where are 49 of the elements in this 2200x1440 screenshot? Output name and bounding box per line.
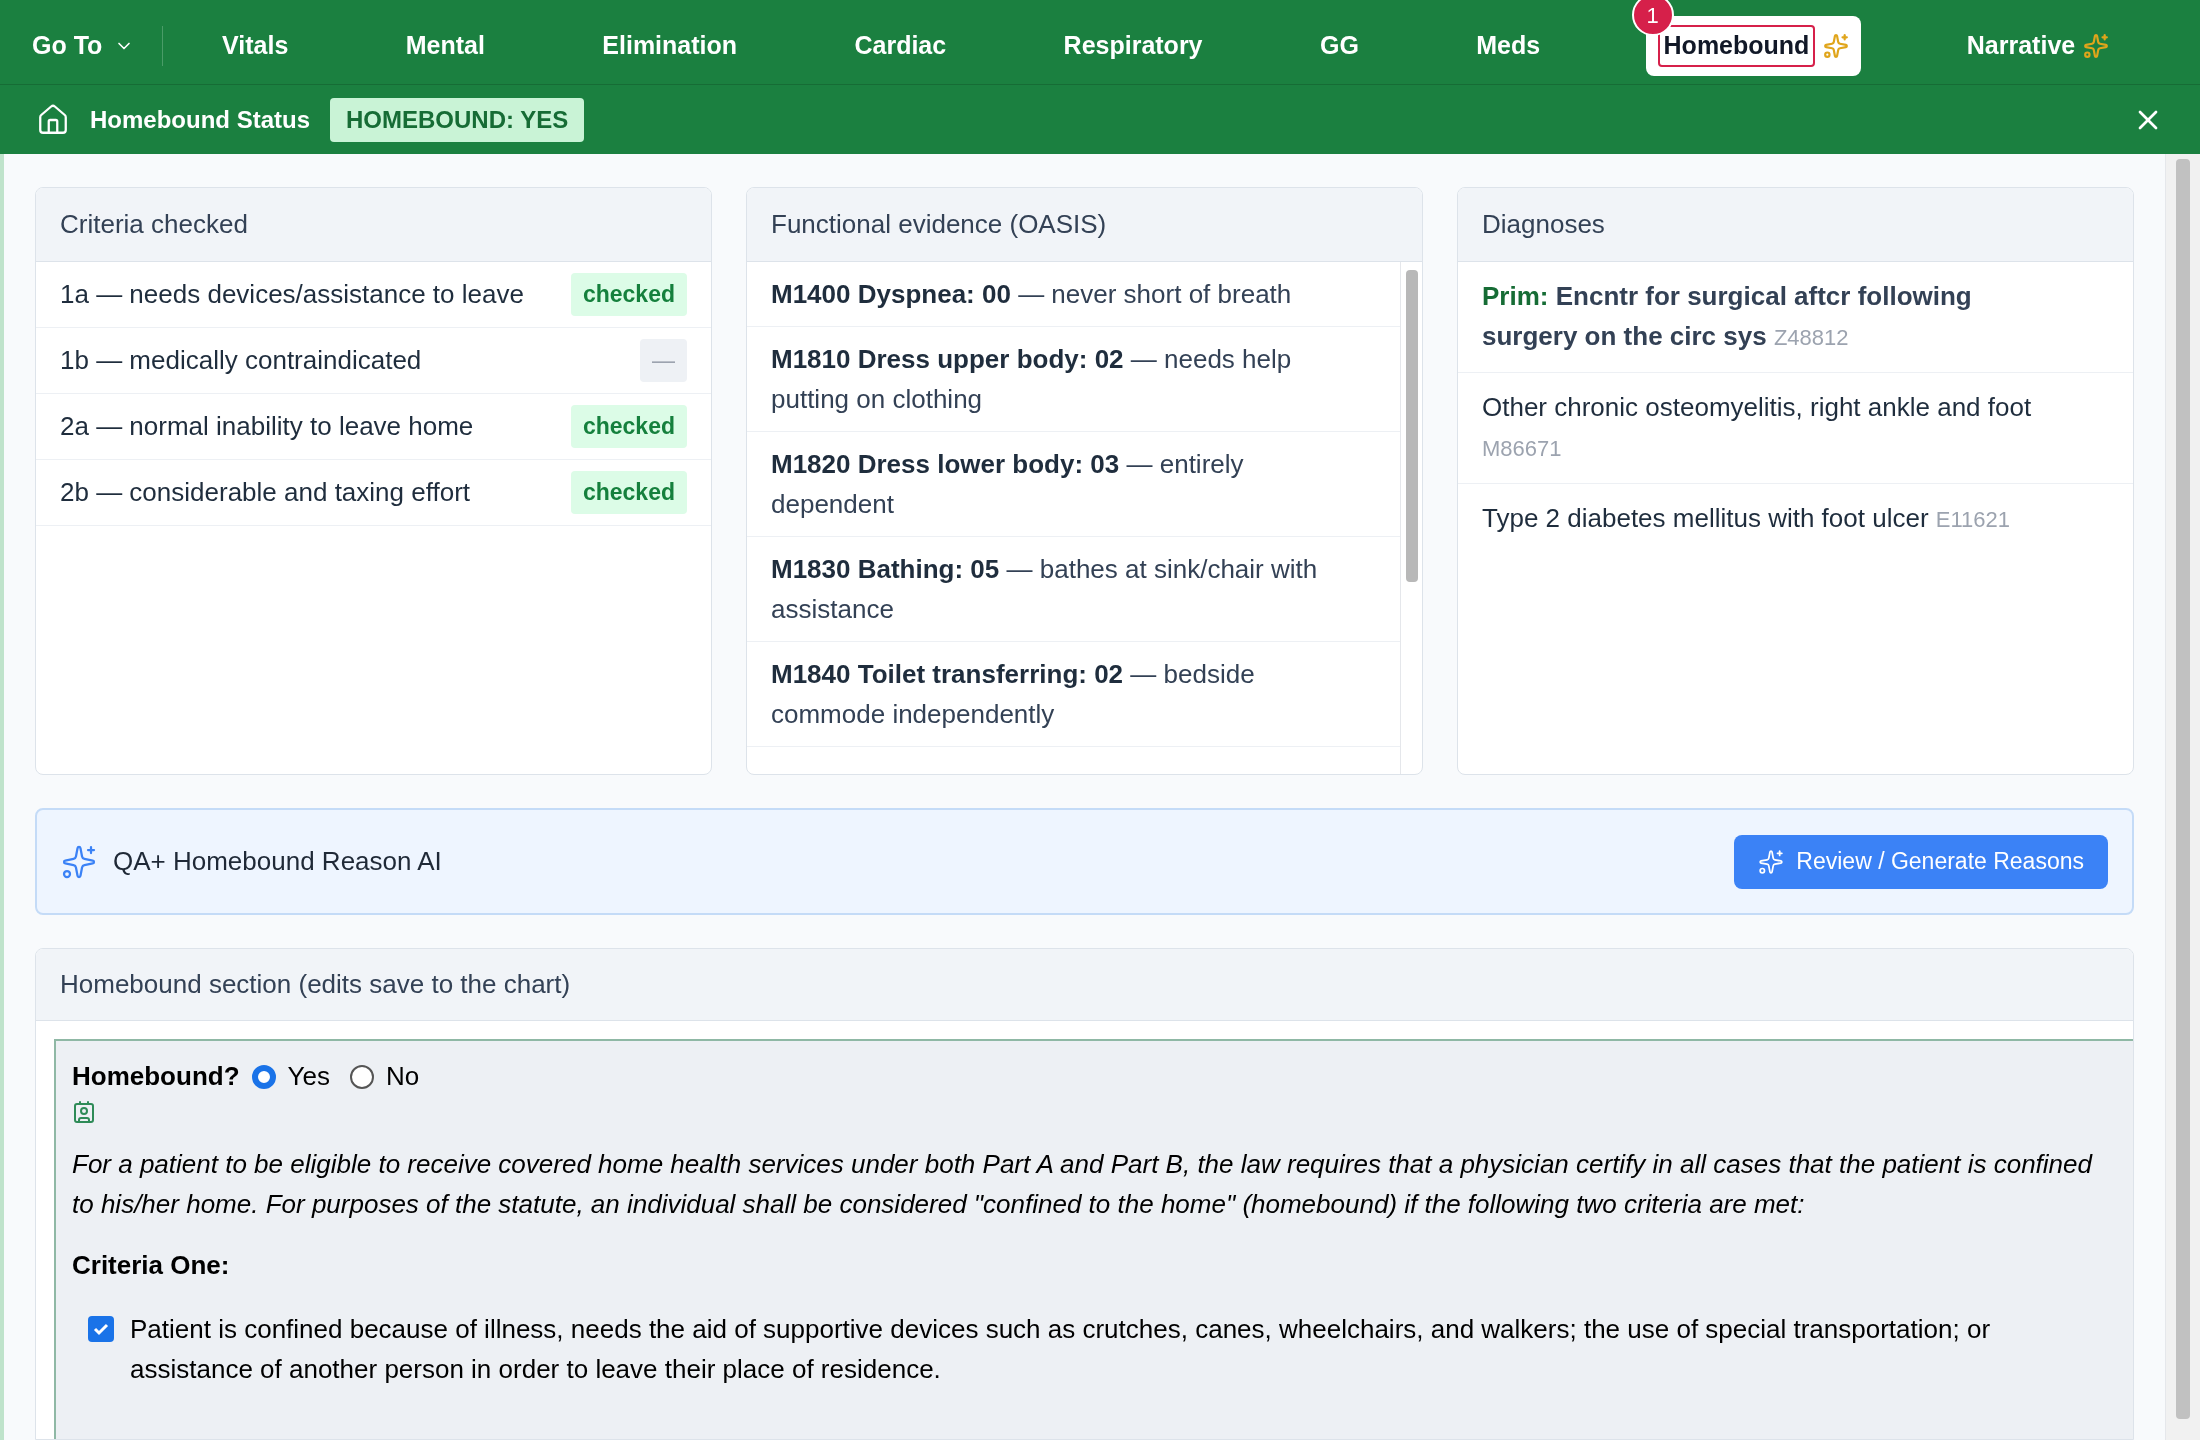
oasis-item: M1810 Dress upper body: 02 — needs help putting on clothing	[771, 343, 1293, 416]
diagnosis-item: Other chronic osteomyelitis, right ankle and foot M86671	[1482, 391, 2033, 463]
nav-tab[interactable]: GG	[1307, 16, 1371, 76]
criteria-label: 1b — medically contraindicated	[60, 344, 422, 377]
nav-tab[interactable]: Respiratory	[1051, 16, 1215, 76]
generate-button[interactable]: Review / Generate Reasons	[1734, 834, 2108, 889]
intro-paragraph: For a patient to be eligible to receive covered home health services under both Part A and Part B, the law requires that a physician certify in all cases that the patient is confined to his/her home. For purposes of the statute, an individual shall be considered "confined to the home" (homebound) if the following two criteria are met:	[72, 1148, 2094, 1221]
scrollbar-thumb[interactable]	[1405, 270, 1418, 582]
sparkle-icon	[61, 843, 97, 880]
checkbox-label: Patient is confined because of illness, needs the aid of supportive devices such as crutches, canes, wheelchairs, and walkers; the use of special transportation; or assistance of another person in order to leave their place of residence.	[130, 1313, 1992, 1386]
goto-menu[interactable]: Go To	[32, 26, 164, 66]
diagnosis-item: Prim: Encntr for surgical aftcr following surgery on the circ sys Z48812	[1482, 280, 1973, 353]
nav-tab[interactable]: Vitals	[210, 16, 301, 76]
criteria-label: 2a — normal inability to leave home	[60, 410, 474, 443]
sparkle-icon	[2083, 33, 2110, 59]
diagnosis-item: Type 2 diabetes mellitus with foot ulcer E11621	[1482, 502, 2011, 535]
radio-option[interactable]: No	[349, 1057, 420, 1096]
oasis-item: M1840 Toilet transferring: 02 — bedside commode independently	[771, 658, 1256, 731]
criteria-heading: Criteria One:	[72, 1249, 231, 1282]
criteria-label: 1a — needs devices/assistance to leave	[60, 278, 524, 311]
panel-title: Functional evidence (OASIS)	[771, 208, 1107, 241]
status-tag: checked	[570, 471, 687, 514]
oasis-item: M1820 Dress lower body: 03 — entirely dependent	[771, 448, 1245, 521]
nav-tab[interactable]: Mental	[393, 16, 497, 76]
checkbox[interactable]	[88, 1316, 114, 1342]
oasis-item: M1830 Bathing: 05 — bathes at sink/chair with assistance	[771, 553, 1319, 626]
nav-tab[interactable]: Elimination	[590, 16, 750, 76]
status-badge: HOMEBOUND: YES	[330, 97, 585, 142]
nav-tab[interactable]: Cardiac	[842, 16, 959, 76]
section-title: Homebound section (edits save to the chart)	[60, 968, 571, 1001]
status-tag: —	[640, 339, 687, 382]
count-badge: 1	[1631, 0, 1674, 36]
qa-title: QA+ Homebound Reason AI	[113, 845, 442, 878]
radio-option[interactable]: Yes	[251, 1057, 330, 1096]
oasis-item: M1400 Dyspnea: 00 — never short of breath	[771, 278, 1293, 311]
criteria-label: 2b — considerable and taxing effort	[60, 476, 470, 509]
status-tag: checked	[570, 405, 687, 448]
nav-tab[interactable]: Meds	[1464, 16, 1553, 76]
sparkle-icon	[1823, 33, 1850, 59]
page-scrollbar-thumb[interactable]	[2176, 159, 2190, 1419]
nav-tab[interactable]: Narrative	[1954, 16, 2122, 76]
status-title: Homebound Status	[90, 104, 310, 135]
badge-icon	[72, 1100, 96, 1124]
panel-title: Diagnoses	[1482, 208, 1605, 241]
status-tag: checked	[570, 273, 687, 316]
home-icon	[36, 102, 70, 137]
sparkle-icon	[1758, 848, 1785, 875]
question-label: Homebound?	[72, 1060, 240, 1093]
panel-title: Criteria checked	[60, 208, 248, 241]
